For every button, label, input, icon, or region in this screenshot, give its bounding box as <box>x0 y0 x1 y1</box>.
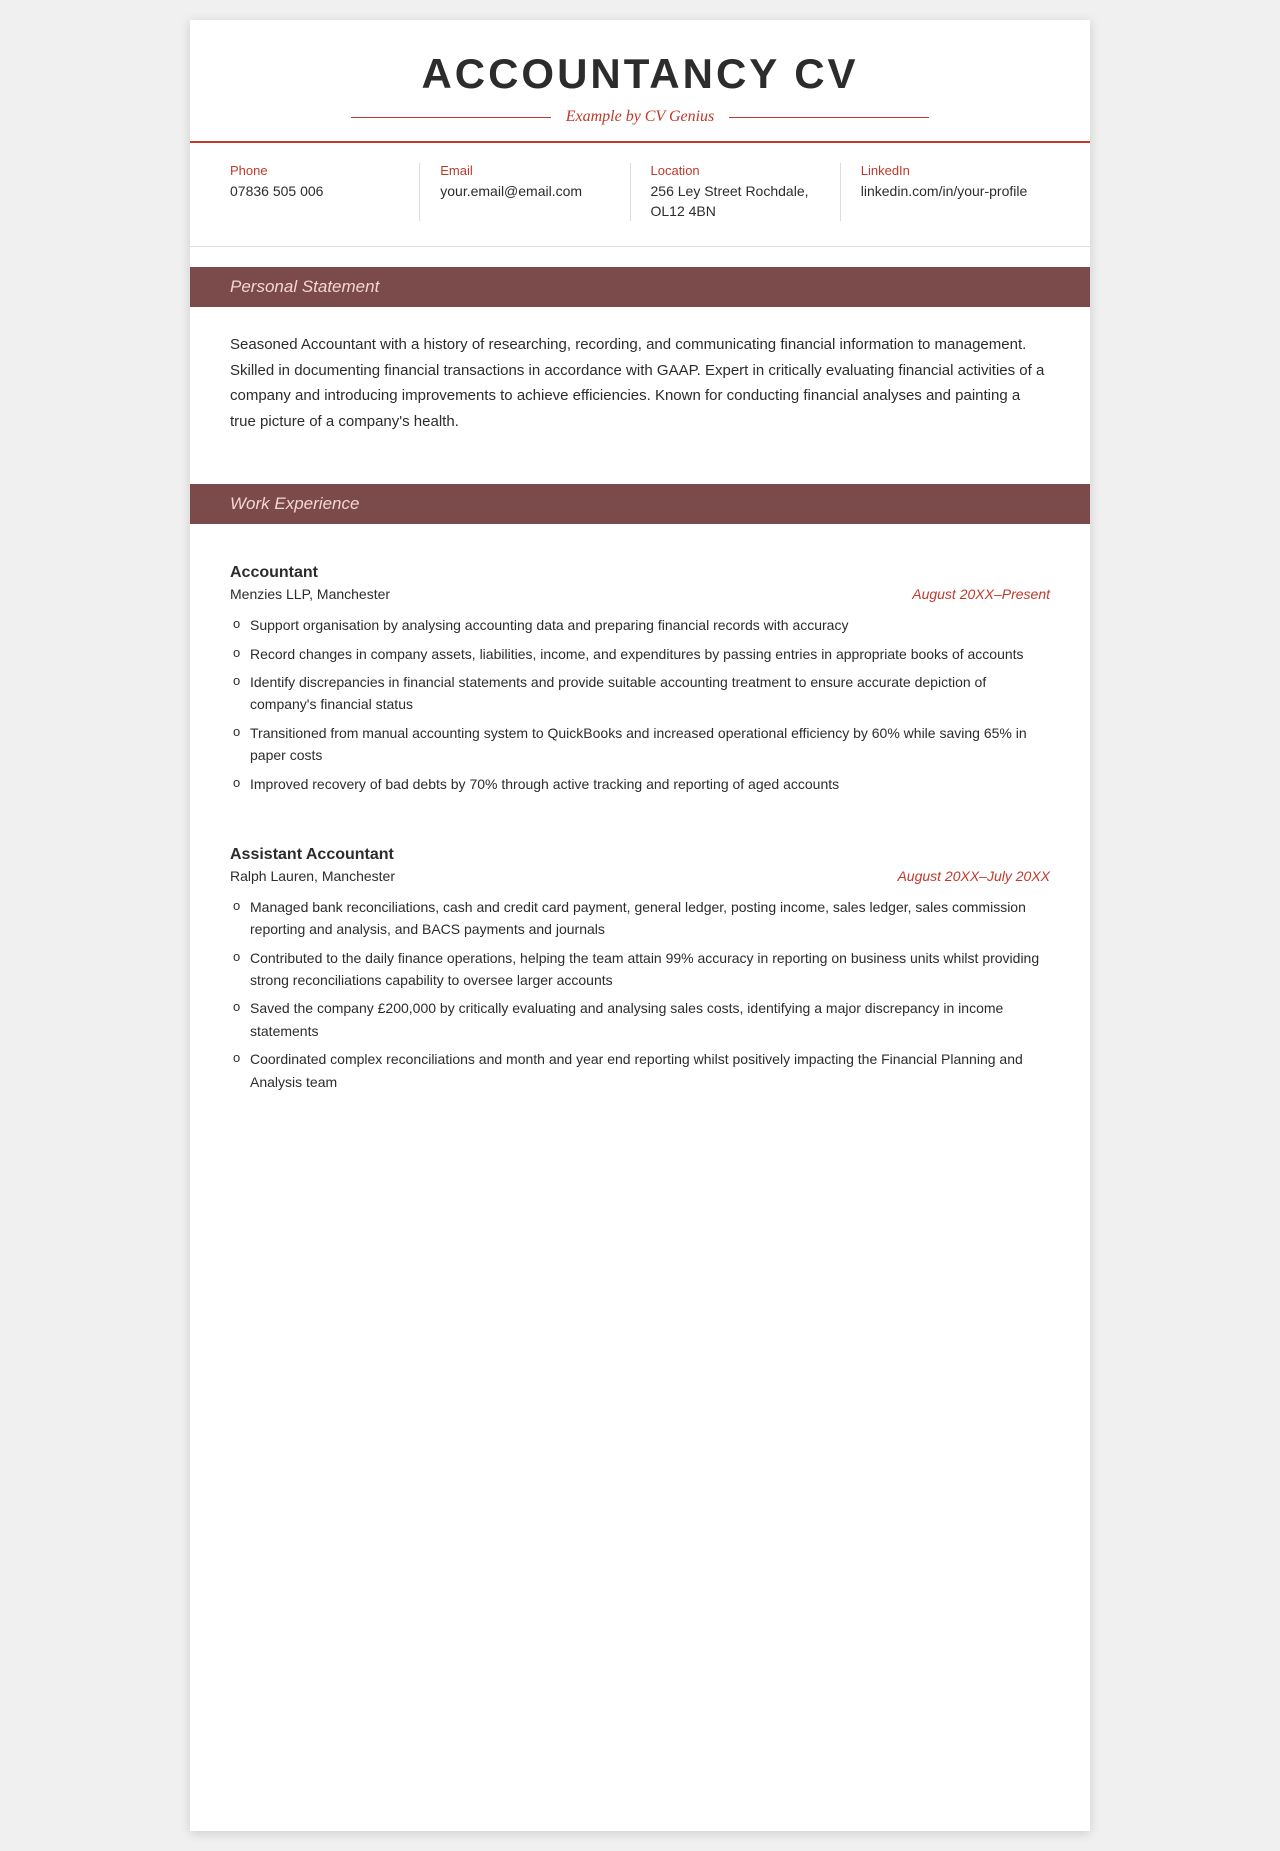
bullet-2-2: Contributed to the daily finance operati… <box>230 947 1050 992</box>
contact-section: Phone 07836 505 006 Email your.email@ema… <box>190 143 1090 247</box>
job-entry-assistant-accountant: Assistant Accountant Ralph Lauren, Manch… <box>190 826 1090 1124</box>
cv-subtitle: Example by CV Genius <box>566 108 715 126</box>
job-entry-accountant: Accountant Menzies LLP, Manchester Augus… <box>190 544 1090 826</box>
bullet-1-4: Transitioned from manual accounting syst… <box>230 722 1050 767</box>
job-company-row-1: Menzies LLP, Manchester August 20XX–Pres… <box>230 586 1050 602</box>
bullet-1-2: Record changes in company assets, liabil… <box>230 643 1050 665</box>
personal-statement-header: Personal Statement <box>190 267 1090 307</box>
contact-location: Location 256 Ley Street Rochdale, OL12 4… <box>651 163 841 221</box>
linkedin-value: linkedin.com/in/your-profile <box>861 182 1030 202</box>
job-company-2: Ralph Lauren, Manchester <box>230 868 395 884</box>
job-date-2: August 20XX–July 20XX <box>897 868 1050 884</box>
job-bullets-2: Managed bank reconciliations, cash and c… <box>230 896 1050 1093</box>
bullet-1-3: Identify discrepancies in financial stat… <box>230 671 1050 716</box>
job-company-row-2: Ralph Lauren, Manchester August 20XX–Jul… <box>230 868 1050 884</box>
contact-email: Email your.email@email.com <box>440 163 630 221</box>
subtitle-line-left <box>351 117 551 118</box>
contact-linkedin: LinkedIn linkedin.com/in/your-profile <box>861 163 1050 221</box>
job-title-2: Assistant Accountant <box>230 846 1050 864</box>
job-company-1: Menzies LLP, Manchester <box>230 586 390 602</box>
bullet-2-4: Coordinated complex reconciliations and … <box>230 1048 1050 1093</box>
contact-phone: Phone 07836 505 006 <box>230 163 420 221</box>
location-label: Location <box>651 163 820 178</box>
email-value: your.email@email.com <box>440 182 609 202</box>
email-label: Email <box>440 163 609 178</box>
location-value: 256 Ley Street Rochdale, OL12 4BN <box>651 182 820 221</box>
work-experience-section: Work Experience Accountant Menzies LLP, … <box>190 484 1090 1124</box>
linkedin-label: LinkedIn <box>861 163 1030 178</box>
work-experience-header: Work Experience <box>190 484 1090 524</box>
cv-document: ACCOUNTANCY CV Example by CV Genius Phon… <box>190 20 1090 1831</box>
phone-value: 07836 505 006 <box>230 182 399 202</box>
bullet-2-3: Saved the company £200,000 by critically… <box>230 997 1050 1042</box>
personal-statement-section: Personal Statement Seasoned Accountant w… <box>190 267 1090 464</box>
bullet-2-1: Managed bank reconciliations, cash and c… <box>230 896 1050 941</box>
job-date-1: August 20XX–Present <box>912 586 1050 602</box>
bullet-1-1: Support organisation by analysing accoun… <box>230 614 1050 636</box>
job-bullets-1: Support organisation by analysing accoun… <box>230 614 1050 795</box>
cv-header: ACCOUNTANCY CV Example by CV Genius <box>190 20 1090 143</box>
bullet-1-5: Improved recovery of bad debts by 70% th… <box>230 773 1050 795</box>
subtitle-line-right <box>729 117 929 118</box>
job-title-1: Accountant <box>230 564 1050 582</box>
cv-title: ACCOUNTANCY CV <box>230 50 1050 98</box>
personal-statement-text: Seasoned Accountant with a history of re… <box>190 327 1090 464</box>
phone-label: Phone <box>230 163 399 178</box>
cv-subtitle-row: Example by CV Genius <box>230 108 1050 126</box>
